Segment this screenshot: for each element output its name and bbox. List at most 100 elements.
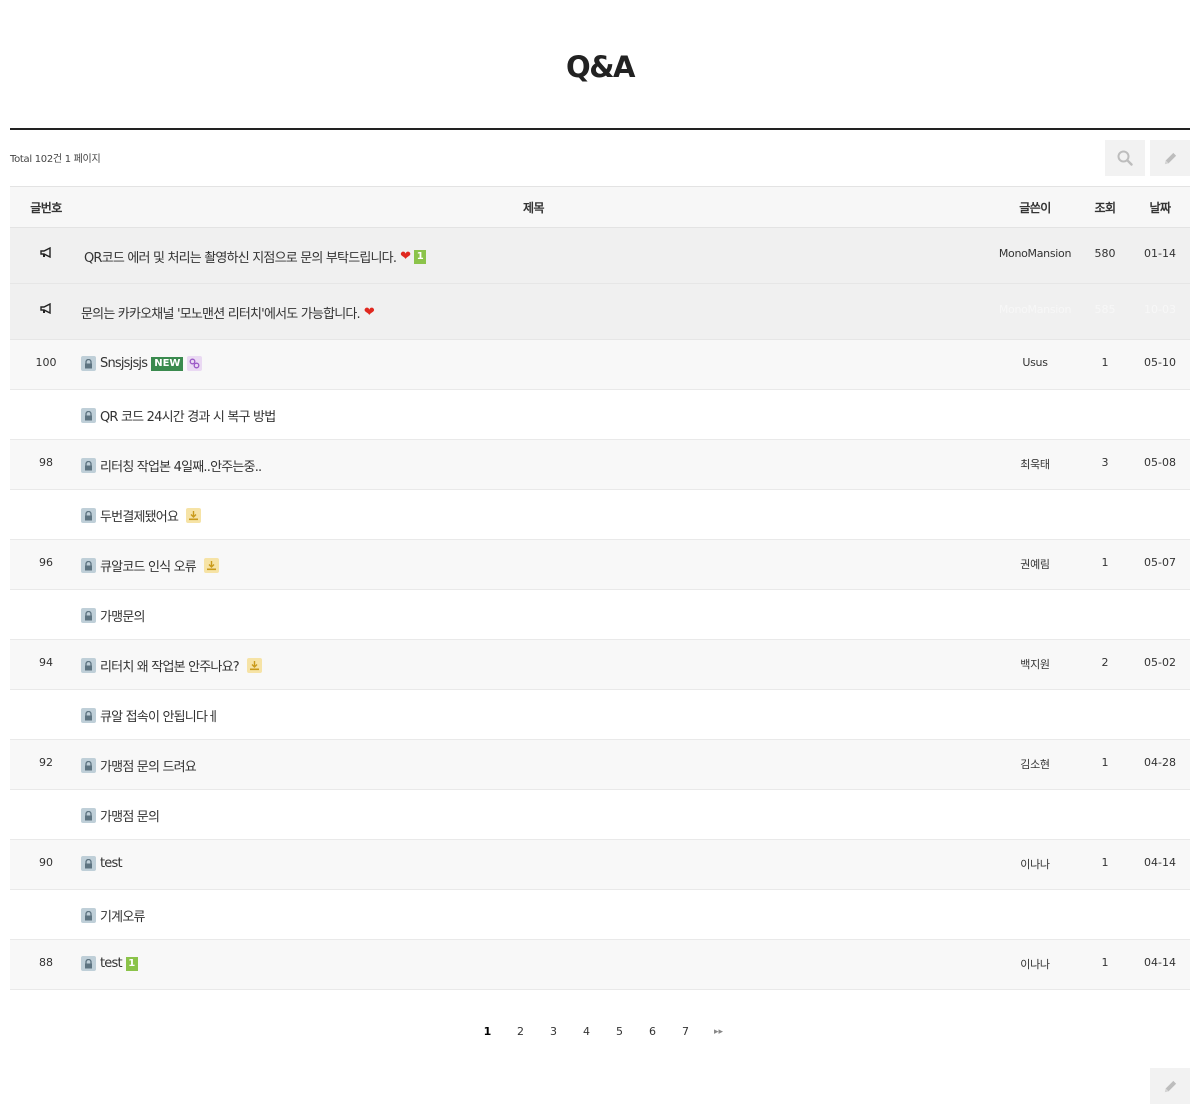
page-link-3[interactable]: 3 bbox=[537, 1025, 570, 1038]
post-hits: 3 bbox=[1101, 456, 1109, 469]
page-link-5[interactable]: 5 bbox=[603, 1025, 636, 1038]
page-link-7[interactable]: 7 bbox=[669, 1025, 702, 1038]
post-subject[interactable]: 기계오류 bbox=[81, 906, 145, 925]
post-subject[interactable]: test 1 bbox=[81, 956, 138, 971]
post-writer[interactable]: Usus bbox=[985, 356, 1085, 369]
post-title[interactable]: 리터치 왜 작업본 안주나요? bbox=[100, 656, 240, 675]
post-title[interactable]: QR 코드 24시간 경과 시 복구 방법 bbox=[100, 406, 276, 425]
pencil-icon bbox=[1164, 152, 1176, 164]
post-number: 100 bbox=[35, 356, 57, 369]
post-number: 94 bbox=[39, 656, 53, 669]
post-subject[interactable]: Snsjsjsjs NEW bbox=[81, 356, 203, 371]
post-row[interactable]: 90 test 이나나 1 04-14 bbox=[10, 840, 1190, 890]
post-subject[interactable]: test bbox=[81, 856, 123, 871]
post-subject[interactable]: 리터치 왜 작업본 안주나요? bbox=[81, 656, 262, 675]
post-subject[interactable]: 리터칭 작업본 4일째..안주는중.. bbox=[81, 456, 262, 475]
post-row[interactable]: 큐알 접속이 안됩니다ㅔ bbox=[10, 690, 1190, 740]
link-icon bbox=[187, 356, 203, 371]
post-date: 04-28 bbox=[1144, 756, 1176, 769]
post-title[interactable]: 리터칭 작업본 4일째..안주는중.. bbox=[100, 456, 262, 475]
lock-icon bbox=[81, 708, 96, 723]
page-link-2[interactable]: 2 bbox=[504, 1025, 537, 1038]
download-icon bbox=[246, 658, 262, 673]
megaphone-icon bbox=[39, 302, 51, 315]
lock-icon bbox=[81, 408, 96, 423]
post-number: 96 bbox=[39, 556, 53, 569]
notice-subject[interactable]: QR코드 에러 및 처리는 촬영하신 지점으로 문의 부탁드립니다. ❤ 1 bbox=[84, 247, 427, 266]
notice-hits: 585 bbox=[1094, 303, 1116, 316]
post-row[interactable]: 92 가맹점 문의 드려요 김소현 1 04-28 bbox=[10, 740, 1190, 790]
lock-icon bbox=[81, 658, 96, 673]
post-writer[interactable]: 권예림 bbox=[985, 556, 1085, 572]
post-writer[interactable]: 이나나 bbox=[985, 956, 1085, 972]
post-title[interactable]: 큐알 접속이 안됩니다ㅔ bbox=[100, 706, 219, 725]
post-subject[interactable]: 가맹문의 bbox=[81, 606, 145, 625]
post-title[interactable]: 가맹점 문의 bbox=[100, 806, 160, 825]
post-row[interactable]: 두번결제됐어요 bbox=[10, 490, 1190, 540]
post-writer[interactable]: 이나나 bbox=[985, 856, 1085, 872]
post-title[interactable]: 기계오류 bbox=[100, 906, 145, 925]
notice-writer[interactable]: MonoMansion bbox=[985, 303, 1085, 316]
comment-count-badge: 1 bbox=[125, 956, 138, 971]
post-number: 92 bbox=[39, 756, 53, 769]
post-writer[interactable]: 최욱태 bbox=[985, 456, 1085, 472]
col-hits-header: 조회 bbox=[1094, 201, 1116, 215]
lock-icon bbox=[81, 508, 96, 523]
notice-subject[interactable]: 문의는 카카오채널 '모노맨션 리터치'에서도 가능합니다. ❤ bbox=[81, 303, 375, 322]
notice-title[interactable]: QR코드 에러 및 처리는 촬영하신 지점으로 문의 부탁드립니다. bbox=[84, 247, 397, 266]
post-subject[interactable]: 가맹점 문의 bbox=[81, 806, 160, 825]
post-title[interactable]: 두번결제됐어요 bbox=[100, 506, 179, 525]
write-button[interactable] bbox=[1150, 140, 1190, 176]
post-subject[interactable]: 가맹점 문의 드려요 bbox=[81, 756, 197, 775]
download-icon bbox=[203, 558, 219, 573]
post-title[interactable]: 가맹점 문의 드려요 bbox=[100, 756, 197, 775]
page-link-4[interactable]: 4 bbox=[570, 1025, 603, 1038]
post-title[interactable]: test bbox=[100, 956, 123, 971]
notice-row[interactable]: QR코드 에러 및 처리는 촬영하신 지점으로 문의 부탁드립니다. ❤ 1 M… bbox=[10, 228, 1190, 284]
post-row[interactable]: 96 큐알코드 인식 오류 권예림 1 05-07 bbox=[10, 540, 1190, 590]
title-divider bbox=[10, 128, 1190, 130]
post-title[interactable]: 가맹문의 bbox=[100, 606, 145, 625]
post-writer[interactable]: 백지원 bbox=[985, 656, 1085, 672]
post-title[interactable]: 큐알코드 인식 오류 bbox=[100, 556, 197, 575]
notice-writer[interactable]: MonoMansion bbox=[985, 247, 1085, 260]
post-title[interactable]: Snsjsjsjs bbox=[100, 356, 148, 371]
col-writer-header: 글쓴이 bbox=[1019, 201, 1051, 215]
post-subject[interactable]: 두번결제됐어요 bbox=[81, 506, 202, 525]
notice-row[interactable]: 문의는 카카오채널 '모노맨션 리터치'에서도 가능합니다. ❤ MonoMan… bbox=[10, 284, 1190, 340]
post-writer[interactable]: 김소현 bbox=[985, 756, 1085, 772]
notice-title[interactable]: 문의는 카카오채널 '모노맨션 리터치'에서도 가능합니다. bbox=[81, 303, 361, 322]
last-page-icon[interactable]: ▸▸ bbox=[702, 1027, 735, 1037]
comment-count-badge: 1 bbox=[414, 249, 427, 264]
page-link-1[interactable]: 1 bbox=[471, 1025, 504, 1038]
post-date: 05-10 bbox=[1144, 356, 1176, 369]
post-hits: 1 bbox=[1101, 556, 1109, 569]
search-button[interactable] bbox=[1105, 140, 1145, 176]
post-subject[interactable]: 큐알코드 인식 오류 bbox=[81, 556, 219, 575]
post-row[interactable]: 가맹문의 bbox=[10, 590, 1190, 640]
post-title[interactable]: test bbox=[100, 856, 123, 871]
page-link-6[interactable]: 6 bbox=[636, 1025, 669, 1038]
heart-icon: ❤ bbox=[400, 249, 411, 264]
post-hits: 1 bbox=[1101, 756, 1109, 769]
post-subject[interactable]: QR 코드 24시간 경과 시 복구 방법 bbox=[81, 406, 276, 425]
post-row[interactable]: 98 리터칭 작업본 4일째..안주는중.. 최욱태 3 05-08 bbox=[10, 440, 1190, 490]
search-icon bbox=[1117, 150, 1133, 166]
lock-icon bbox=[81, 356, 96, 371]
post-row[interactable]: 100 Snsjsjsjs NEW Usus 1 05-10 bbox=[10, 340, 1190, 390]
lock-icon bbox=[81, 908, 96, 923]
write-button-bottom[interactable] bbox=[1150, 1068, 1190, 1104]
post-row[interactable]: 가맹점 문의 bbox=[10, 790, 1190, 840]
post-row[interactable]: 88 test 1 이나나 1 04-14 bbox=[10, 940, 1190, 990]
pencil-icon bbox=[1164, 1080, 1176, 1092]
col-date-header: 날짜 bbox=[1149, 201, 1171, 215]
post-row[interactable]: QR 코드 24시간 경과 시 복구 방법 bbox=[10, 390, 1190, 440]
page-title: Q&A bbox=[566, 50, 635, 84]
post-row[interactable]: 94 리터치 왜 작업본 안주나요? 백지원 2 05-02 bbox=[10, 640, 1190, 690]
post-hits: 1 bbox=[1101, 356, 1109, 369]
col-subject-header: 제목 bbox=[522, 201, 545, 215]
post-subject[interactable]: 큐알 접속이 안됩니다ㅔ bbox=[81, 706, 219, 725]
post-row[interactable]: 기계오류 bbox=[10, 890, 1190, 940]
pagination: 1 2 3 4 5 6 7 ▸▸ bbox=[471, 1025, 735, 1038]
post-date: 04-14 bbox=[1144, 956, 1176, 969]
